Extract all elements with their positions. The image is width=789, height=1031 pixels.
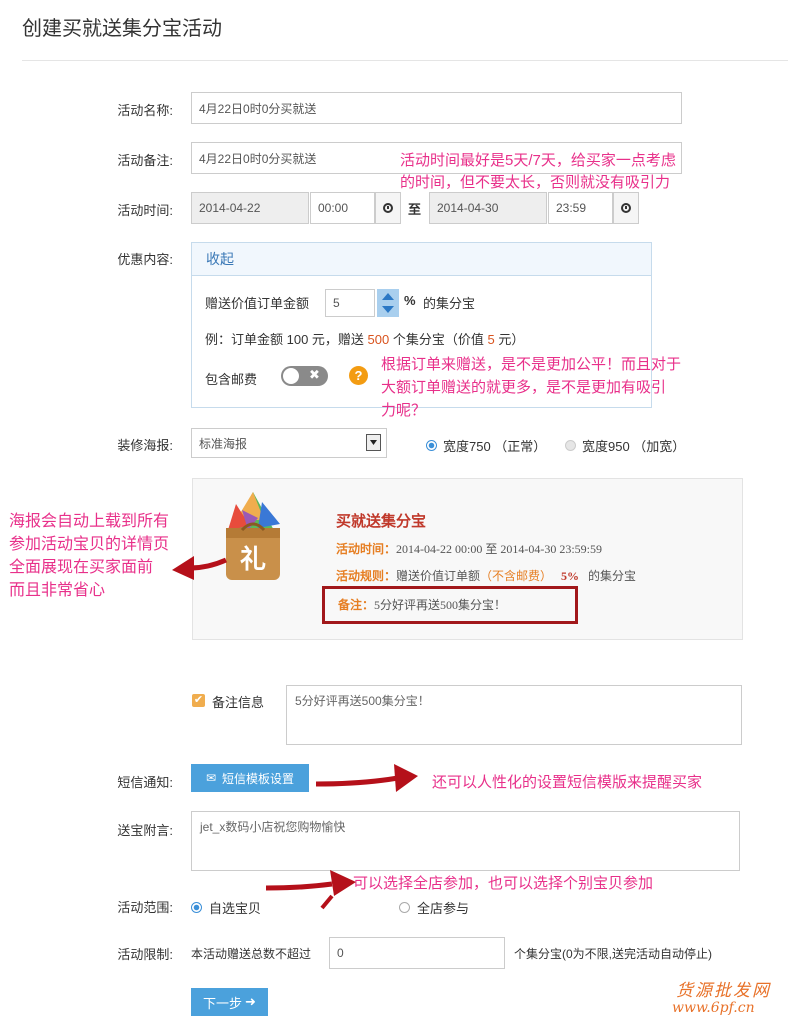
poster-rule-postage: （不含邮费） <box>480 569 553 583</box>
annotation-scope-tip: 可以选择全店参加，也可以选择个别宝贝参加 <box>353 875 654 892</box>
annotation-line: 而且非常省心 <box>9 582 106 599</box>
arrow-right-icon <box>315 764 418 792</box>
width-950-radio[interactable] <box>565 440 576 451</box>
scope-all-radio[interactable] <box>399 902 410 913</box>
poster-heading: 买就送集分宝 <box>336 514 427 530</box>
next-step-button[interactable]: 下一步 ➜ <box>191 988 268 1016</box>
poster-time-key: 活动时间： <box>336 542 397 556</box>
poster-rule-suffix: 的集分宝 <box>588 569 637 583</box>
percent-stepper[interactable] <box>377 289 399 317</box>
limit-suffix: 个集分宝(0为不限,送完活动自动停止) <box>514 947 713 961</box>
annotation-poster-tip: 海报会自动上载到所有 参加活动宝贝的详情页 全面展现在买家面前 而且非常省心 <box>9 510 169 602</box>
postage-toggle[interactable]: ✖ <box>281 366 328 386</box>
limit-input[interactable]: 0 <box>329 937 505 969</box>
annotation-line: 大额订单赠送的就更多，是不是更加有吸引 <box>381 379 667 396</box>
poster-label: 装修海报: <box>117 438 173 453</box>
annotation-line: 全面展现在买家面前 <box>9 559 154 576</box>
poster-rule-percent: 5% <box>561 569 580 583</box>
remark-info-checkbox[interactable]: ✔ <box>192 694 205 707</box>
postage-label: 包含邮费 <box>205 372 258 387</box>
arrow-right-small-icon: ➜ <box>245 994 256 1009</box>
end-time-clock-button[interactable] <box>613 192 639 224</box>
clock-icon <box>621 203 631 213</box>
sms-template-label: 短信模板设置 <box>222 771 295 786</box>
annotation-order-tip: 根据订单来赠送，是不是更加公平！而且对于 大额订单赠送的就更多，是不是更加有吸引… <box>381 353 681 422</box>
scope-label: 活动范围: <box>117 900 173 915</box>
poster-rule-key: 活动规则： <box>336 569 397 583</box>
example-part: 个集分宝（价值 <box>392 332 484 347</box>
poster-select-value: 标准海报 <box>199 436 248 451</box>
remark-info-label: 备注信息 <box>212 695 265 710</box>
annotation-time-tip: 活动时间最好是5天/7天，给买家一点考虑 的时间，但不要太长，否则就没有吸引力 <box>400 150 676 194</box>
envelope-icon: ✉ <box>205 771 217 785</box>
page-title: 创建买就送集分宝活动 <box>22 18 222 40</box>
activity-time-label: 活动时间: <box>117 203 173 218</box>
gift-char: 礼 <box>240 544 266 575</box>
annotation-sms-tip: 还可以人性化的设置短信模版来提醒买家 <box>432 774 703 791</box>
sms-notice-label: 短信通知: <box>117 775 173 790</box>
annotation-line: 力呢？ <box>381 402 427 419</box>
annotation-line: 的时间，但不要太长，否则就没有吸引力 <box>400 174 671 191</box>
percent-sign: % <box>404 293 416 308</box>
help-icon[interactable]: ? <box>349 366 368 385</box>
start-date-input[interactable]: 2014-04-22 <box>191 192 309 224</box>
poster-select[interactable]: 标准海报 <box>191 428 387 458</box>
gift-message-textarea[interactable]: jet_x数码小店祝您购物愉快 <box>191 811 740 871</box>
stepper-arrows-icon <box>382 293 394 313</box>
annotation-line: 海报会自动上载到所有 <box>9 513 170 530</box>
example-value: 5 <box>487 332 495 347</box>
width-950-label: 宽度950 （加宽） <box>582 439 686 454</box>
example-number: 500 <box>367 332 390 347</box>
poster-time-value: 2014-04-22 00:00 至 2014-04-30 23:59:59 <box>396 542 603 556</box>
gift-message-label: 送宝附言: <box>117 823 173 838</box>
give-prefix-text: 赠送价值订单金额 <box>205 296 310 311</box>
end-date-input[interactable]: 2014-04-30 <box>429 192 547 224</box>
next-step-label: 下一步 <box>203 995 243 1011</box>
poster-rule-line: 活动规则：赠送价值订单额（不含邮费） 5% 的集分宝 <box>336 567 636 584</box>
discount-collapse-toggle[interactable]: 收起 <box>192 243 651 276</box>
poster-note-value: 5分好评再送500集分宝！ <box>374 598 507 612</box>
poster-note-key: 备注： <box>338 598 375 612</box>
width-750-label: 宽度750 （正常） <box>443 439 547 454</box>
chevron-down-icon[interactable] <box>366 434 381 451</box>
sms-template-button[interactable]: ✉ 短信模板设置 <box>191 764 309 792</box>
chevron-glyph <box>370 440 377 445</box>
close-icon: ✖ <box>309 367 320 382</box>
activity-name-input[interactable]: 4月22日0时0分买就送 <box>191 92 682 124</box>
annotation-line: 参加活动宝贝的详情页 <box>9 536 170 553</box>
scope-all-label: 全店参与 <box>417 901 470 916</box>
end-time-input[interactable]: 23:59 <box>548 192 613 224</box>
gift-bag-logo: 礼 <box>226 492 280 580</box>
remark-info-textarea[interactable]: 5分好评再送500集分宝！ <box>286 685 742 745</box>
limit-label: 活动限制: <box>117 947 173 962</box>
width-750-radio[interactable] <box>426 440 437 451</box>
watermark-url: www.6pf.cn <box>672 1000 755 1016</box>
activity-remark-label: 活动备注: <box>117 153 173 168</box>
title-divider <box>22 60 788 61</box>
activity-name-label: 活动名称: <box>117 103 173 118</box>
limit-prefix: 本活动赠送总数不超过 <box>191 947 312 961</box>
discount-content-label: 优惠内容: <box>117 252 173 267</box>
watermark-cn: 货源批发网 <box>676 981 771 1000</box>
scope-custom-radio[interactable] <box>191 902 202 913</box>
clock-icon <box>383 203 393 213</box>
annotation-line: 根据订单来赠送，是不是更加公平！而且对于 <box>381 356 682 373</box>
toggle-knob <box>283 368 299 384</box>
example-text: 例：订单金额 100 元，赠送 500 个集分宝（价值 5 元） <box>205 329 524 348</box>
time-range-separator: 至 <box>408 202 422 217</box>
percent-input[interactable]: 5 <box>325 289 375 317</box>
scope-custom-label: 自选宝贝 <box>209 901 262 916</box>
poster-note-line: 备注：5分好评再送500集分宝！ <box>338 596 506 613</box>
poster-time-line: 活动时间：2014-04-22 00:00 至 2014-04-30 23:59… <box>336 540 602 557</box>
example-part: 例：订单金额 100 元，赠送 <box>205 332 364 347</box>
poster-rule-text: 赠送价值订单额 <box>396 569 481 583</box>
annotation-line: 活动时间最好是5天/7天，给买家一点考虑 <box>400 152 676 169</box>
jfb-suffix-text: 的集分宝 <box>423 296 476 311</box>
example-part: 元） <box>498 332 525 347</box>
start-time-input[interactable]: 00:00 <box>310 192 375 224</box>
arrow-scope-icon <box>265 870 356 910</box>
arrow-left-icon <box>172 556 228 580</box>
start-time-clock-button[interactable] <box>375 192 401 224</box>
